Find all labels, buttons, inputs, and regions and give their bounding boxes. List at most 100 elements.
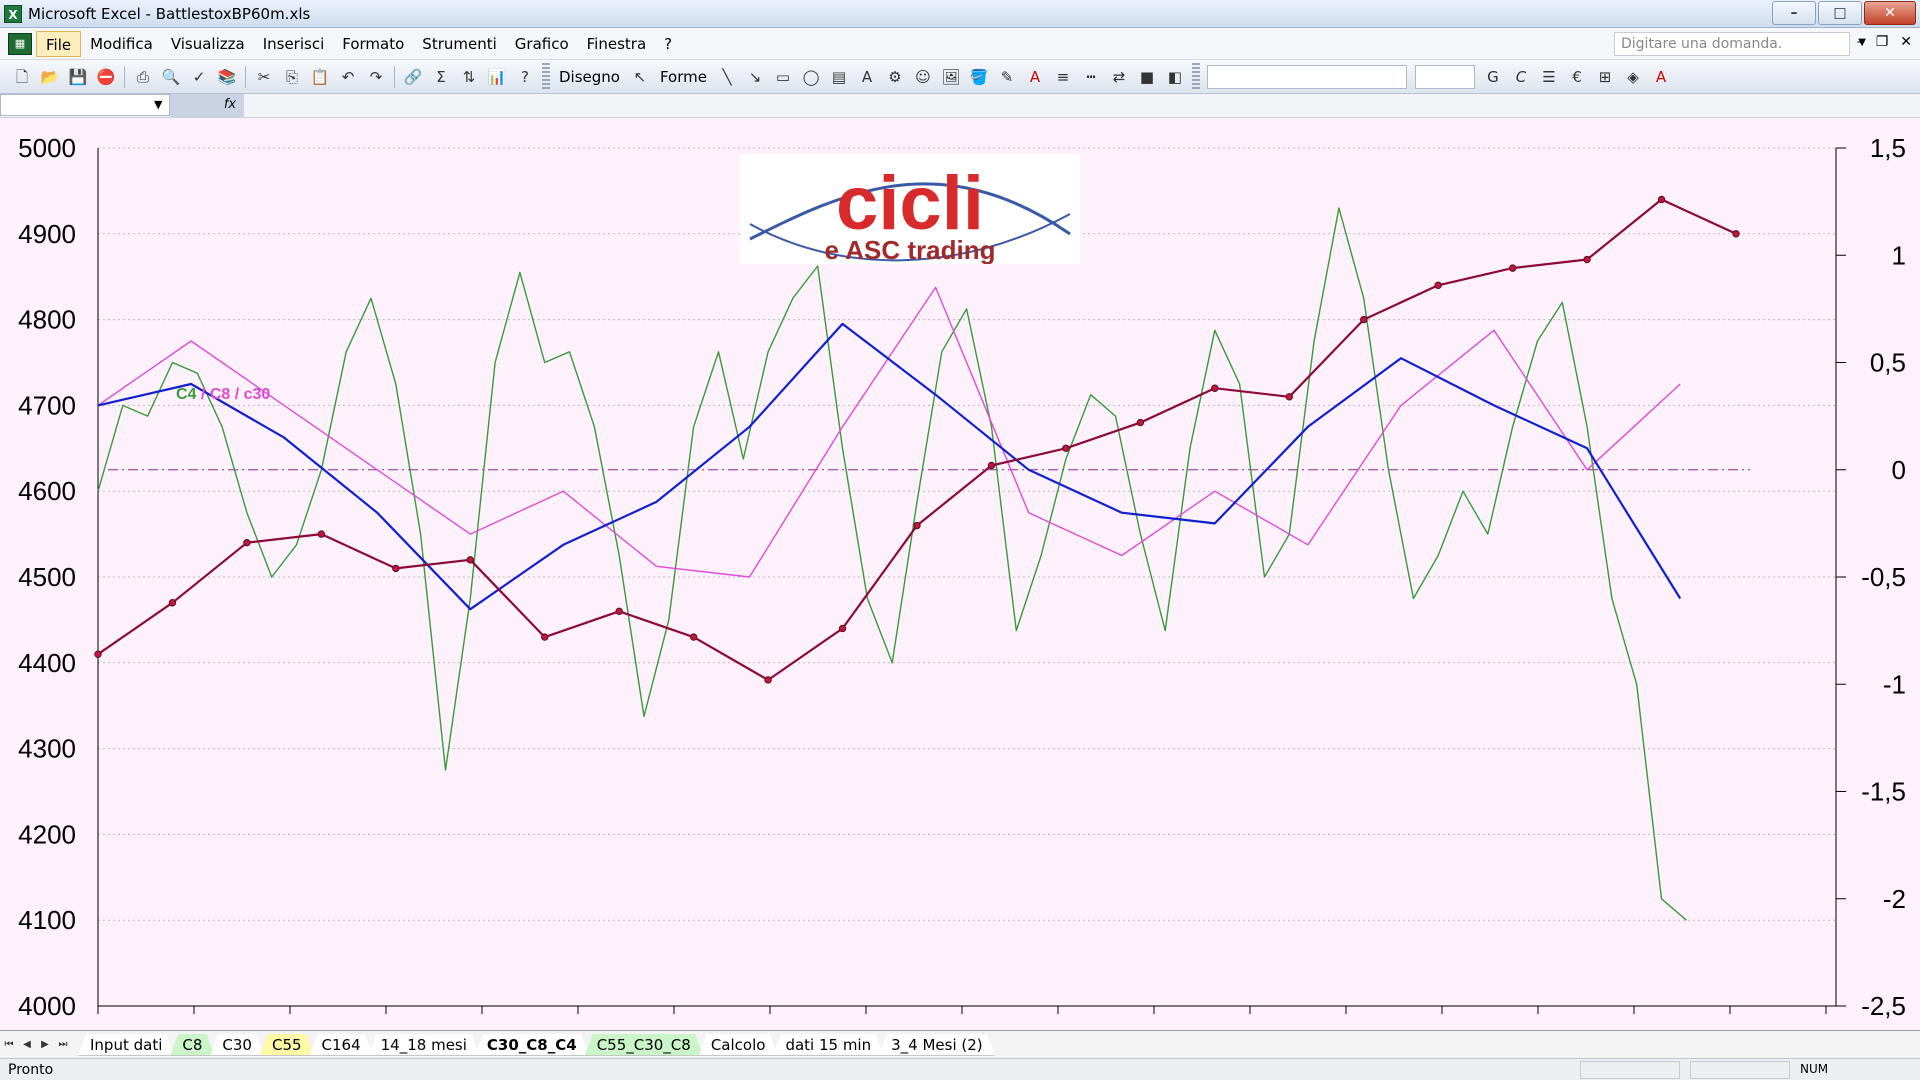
num-lock-indicator: NUM (1800, 1062, 1829, 1076)
dash-style-icon[interactable]: ┅ (1079, 65, 1103, 89)
sheet-tab[interactable]: Calcolo (699, 1034, 778, 1056)
select-objects-icon[interactable]: ↖ (628, 65, 652, 89)
right-tick-label: 1 (1892, 240, 1906, 270)
menu-file[interactable]: File (36, 30, 82, 57)
new-icon[interactable]: 🗋 (10, 65, 34, 89)
next-sheet-icon[interactable]: ▶ (36, 1039, 54, 1050)
italic-icon[interactable]: C (1509, 65, 1533, 89)
menu-inserisci[interactable]: Inserisci (254, 31, 334, 57)
text-color-icon[interactable]: A (1649, 65, 1673, 89)
font-name-combo[interactable] (1206, 64, 1407, 89)
3d-icon[interactable]: ◧ (1163, 65, 1187, 89)
doc-close-icon[interactable]: ✕ (1900, 34, 1912, 50)
print-icon[interactable]: ⎙ (131, 65, 155, 89)
right-tick-label: -2 (1883, 884, 1906, 914)
shapes-menu-button[interactable]: Forme (660, 68, 707, 86)
first-sheet-icon[interactable]: ⏮ (0, 1039, 18, 1050)
price-point (1360, 315, 1368, 324)
paste-icon[interactable]: 📋 (308, 65, 332, 89)
series-line-c4 (97, 207, 1687, 921)
save-icon[interactable]: 💾 (66, 65, 90, 89)
sort-icon[interactable]: ⇅ (457, 65, 481, 89)
ask-question-input[interactable]: Digitare una domanda. (1614, 32, 1850, 56)
insert-function-icon[interactable]: fx (220, 95, 240, 115)
print-preview-icon[interactable]: 🔍 (159, 65, 183, 89)
line-icon[interactable]: ╲ (715, 65, 739, 89)
menu-strumenti[interactable]: Strumenti (413, 31, 505, 57)
research-icon[interactable]: 📚 (215, 65, 239, 89)
hyperlink-icon[interactable]: 🔗 (401, 65, 425, 89)
euro-icon[interactable]: € (1565, 65, 1589, 89)
wordart-icon[interactable]: A (855, 65, 879, 89)
document-window-controls: – ❐ ✕ (1857, 34, 1912, 50)
left-tick-label: 4800 (18, 305, 76, 335)
undo-icon[interactable]: ↶ (336, 65, 360, 89)
name-box-dropdown-icon[interactable]: ▼ (154, 98, 162, 111)
align-icon[interactable]: ☰ (1537, 65, 1561, 89)
copy-icon[interactable]: ⎘ (280, 65, 304, 89)
font-color-icon[interactable]: A (1023, 65, 1047, 89)
last-sheet-icon[interactable]: ⏭ (54, 1039, 72, 1050)
chart-wizard-icon[interactable]: 📊 (485, 65, 509, 89)
formula-bar: ▼ fx (0, 94, 1920, 118)
name-box[interactable] (0, 94, 170, 116)
sheet-tab[interactable]: C55 (260, 1034, 314, 1056)
sheet-tab[interactable]: dati 15 min (773, 1034, 883, 1056)
line-color-icon[interactable]: ✎ (995, 65, 1019, 89)
arrow-icon[interactable]: ↘ (743, 65, 767, 89)
bold-icon[interactable]: G (1481, 65, 1505, 89)
menu-grafico[interactable]: Grafico (506, 31, 578, 57)
picture-icon[interactable]: 🖼 (939, 65, 963, 89)
price-point (689, 633, 698, 641)
redo-icon[interactable]: ↷ (364, 65, 388, 89)
permission-icon[interactable]: ⛔ (94, 65, 118, 89)
menu-help[interactable]: ? (655, 31, 681, 57)
sheet-tab[interactable]: C164 (310, 1034, 373, 1056)
open-icon[interactable]: 📂 (38, 65, 62, 89)
doc-restore-icon[interactable]: ❐ (1876, 34, 1889, 50)
clipart-icon[interactable]: ☺ (911, 65, 935, 89)
price-point (1508, 264, 1517, 272)
minimize-button[interactable]: – (1772, 1, 1816, 25)
autosum-icon[interactable]: Σ (429, 65, 453, 89)
sheet-tab[interactable]: C8 (170, 1034, 214, 1056)
sheet-tab[interactable]: C55_C30_C8 (585, 1034, 703, 1056)
price-point (987, 461, 996, 470)
sheet-tab[interactable]: Input dati (78, 1034, 174, 1056)
right-tick-label: 0 (1892, 455, 1906, 485)
fill-icon[interactable]: ◈ (1621, 65, 1645, 89)
sheet-tab[interactable]: C30 (210, 1034, 264, 1056)
sheet-tab-bar: ⏮ ◀ ▶ ⏭ Input dati C8 C30 C55 C164 14_18 mesi… (0, 1030, 1920, 1058)
menu-visualizza[interactable]: Visualizza (162, 31, 254, 57)
doc-minimize-icon[interactable]: – (1857, 34, 1864, 50)
toolbar-grip[interactable] (542, 62, 550, 91)
cut-icon[interactable]: ✂ (252, 65, 276, 89)
menu-formato[interactable]: Formato (333, 31, 413, 57)
maximize-button[interactable]: □ (1818, 1, 1862, 25)
close-button[interactable]: ✕ (1864, 1, 1916, 25)
sheet-tab[interactable]: 14_18 mesi (369, 1034, 479, 1056)
borders-icon[interactable]: ⊞ (1593, 65, 1617, 89)
textbox-icon[interactable]: ▤ (827, 65, 851, 89)
sheet-tab[interactable]: 3_4 Mesi (2) (879, 1034, 995, 1056)
menu-finestra[interactable]: Finestra (578, 31, 656, 57)
workbook-icon[interactable]: ▦ (8, 32, 32, 55)
shadow-icon[interactable]: ■ (1135, 65, 1159, 89)
diagram-icon[interactable]: ⚙ (883, 65, 907, 89)
draw-menu-button[interactable]: Disegno (559, 68, 620, 86)
sheet-tab[interactable]: C30_C8_C4 (475, 1034, 589, 1056)
rectangle-icon[interactable]: ▭ (771, 65, 795, 89)
status-cell (1580, 1061, 1680, 1079)
arrow-style-icon[interactable]: ⇄ (1107, 65, 1131, 89)
prev-sheet-icon[interactable]: ◀ (18, 1039, 36, 1050)
oval-icon[interactable]: ◯ (799, 65, 823, 89)
font-size-combo[interactable] (1414, 64, 1475, 89)
menu-modifica[interactable]: Modifica (81, 31, 162, 57)
spelling-icon[interactable]: ✓ (187, 65, 211, 89)
fill-color-icon[interactable]: 🪣 (967, 65, 991, 89)
help-icon[interactable]: ? (513, 65, 537, 89)
toolbar-grip[interactable] (1191, 62, 1200, 91)
line-style-icon[interactable]: ≡ (1051, 65, 1075, 89)
chart-area[interactable]: 5000 4900 4800 4700 4600 4500 4400 4300 4200 4100… (0, 118, 1920, 1030)
right-tick-label: -0,5 (1861, 562, 1906, 592)
